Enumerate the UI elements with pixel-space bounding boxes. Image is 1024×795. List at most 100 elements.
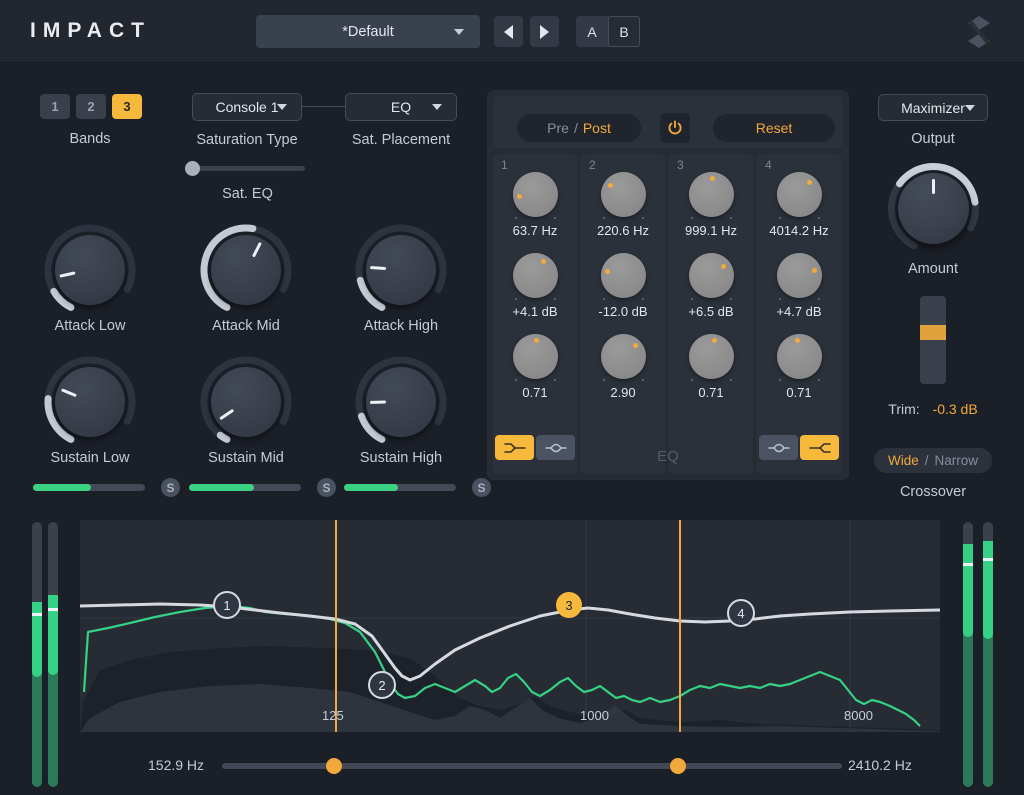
band-solo-button[interactable]: S [161,478,180,497]
knob-tick [691,379,693,381]
eq-band-3-frequency-indicator [710,176,715,181]
bands-label: Bands [40,131,140,147]
ab-slot-a[interactable]: A [576,16,608,47]
eq-band-2-gain-value: -12.0 dB [581,304,665,319]
eq-node-1-label: 1 [223,598,230,613]
attack-mid-knob[interactable] [198,222,294,318]
header-bar: IMPACT *Default A B [0,0,1024,63]
sustain-low-knob[interactable] [42,354,138,450]
sustain-high-knob[interactable] [353,354,449,450]
attack-high-knob[interactable] [353,222,449,318]
analyzer-canvas: 1 2 3 4 125 1000 8000 [80,520,940,732]
ab-slot-b[interactable]: B [608,16,640,47]
trim-label: Trim: [888,401,919,417]
eq-panel-toolbar: Pre / Post Reset [493,96,843,148]
band-button-2[interactable]: 2 [76,94,106,119]
eq-band-3-gain-value: +6.5 dB [669,304,753,319]
preset-name: *Default [342,24,394,40]
amount-knob-pointer [932,179,935,194]
dropdown-link-line [302,106,345,107]
eq-band-4-frequency-knob[interactable] [777,172,822,217]
eq-band-column-2: 2220.6 Hz-12.0 dB2.90 [581,154,665,474]
preset-next-button[interactable] [530,16,559,47]
pre-post-toggle[interactable]: Pre / Post [517,114,641,142]
crossover-slider-track[interactable] [222,763,842,769]
knob-tick [691,298,693,300]
eq-panel-title: EQ [487,448,849,465]
sustain-low-label: Sustain Low [20,450,160,466]
eq-band-3-q-value: 0.71 [669,385,753,400]
sustain-high-label: Sustain High [331,450,471,466]
eq-band-1-gain-knob[interactable] [513,253,558,298]
band-button-1[interactable]: 1 [40,94,70,119]
knob-tick [642,298,644,300]
output-meter-right [983,522,993,787]
eq-band-4-q-value: 0.71 [757,385,841,400]
eq-band-4-gain-knob[interactable] [777,253,822,298]
crossover-handle-2[interactable] [670,758,686,774]
eq-band-2-q-knob[interactable] [601,334,646,379]
eq-power-button[interactable] [660,113,690,143]
saturation-placement-select[interactable]: EQ [345,93,457,121]
band-solo-button[interactable]: S [472,478,491,497]
crossover-handle-1[interactable] [326,758,342,774]
eq-band-4-q-knob[interactable] [777,334,822,379]
sat-eq-slider-handle[interactable] [185,161,200,176]
eq-band-3-gain-knob[interactable] [689,253,734,298]
eq-band-1-frequency-knob[interactable] [513,172,558,217]
meter-peak-hold [963,563,973,566]
triangle-right-icon [540,25,549,39]
band-solo-button[interactable]: S [317,478,336,497]
spectrum-analyzer[interactable]: 1 2 3 4 125 1000 8000 [80,520,940,732]
module-select[interactable]: Maximizer [878,94,988,121]
trim-slider[interactable] [920,296,946,384]
eq-band-3-frequency-knob[interactable] [689,172,734,217]
band-level-fill [33,484,91,491]
trim-value: -0.3 dB [933,401,978,417]
output-label: Output [863,131,1003,147]
meter-peak [983,541,993,639]
axis-tick-8000: 8000 [844,708,873,723]
knob-tick [515,298,517,300]
eq-band-3-q-knob[interactable] [689,334,734,379]
eq-band-1-q-indicator [534,338,539,343]
output-meter-left [963,522,973,787]
saturation-placement-label: Sat. Placement [327,132,475,148]
amount-knob[interactable] [885,160,982,257]
crossover-mode-toggle[interactable]: Wide / Narrow [874,448,992,473]
eq-band-2-frequency-knob[interactable] [601,172,646,217]
meter-peak-hold [48,608,58,611]
preset-prev-button[interactable] [494,16,523,47]
knob-tick [779,217,781,219]
meter-peak-hold [983,558,993,561]
meter-peak [48,595,58,675]
post-label: Post [583,120,611,136]
band-button-3[interactable]: 3 [112,94,142,119]
knob-face [55,367,125,437]
trim-slider-handle[interactable] [920,325,946,340]
knob-tick [730,379,732,381]
sustain-mid-knob[interactable] [198,354,294,450]
eq-band-2-gain-knob[interactable] [601,253,646,298]
knob-tick [642,217,644,219]
eq-band-number: 2 [589,158,596,172]
band-count-group: 1 2 3 [40,94,142,119]
knob-tick [515,217,517,219]
knob-tick [691,217,693,219]
knob-tick [818,379,820,381]
band-level-fill [189,484,254,491]
sat-eq-slider[interactable] [190,166,305,171]
knob-tick [603,217,605,219]
saturation-type-select[interactable]: Console 1 [192,93,302,121]
eq-reset-button[interactable]: Reset [713,114,835,142]
eq-band-4-gain-indicator [812,268,817,273]
knob-tick [779,298,781,300]
attack-low-knob[interactable] [42,222,138,318]
attack-mid-label: Attack Mid [176,318,316,334]
preset-select[interactable]: *Default [256,15,480,48]
eq-band-number: 3 [677,158,684,172]
eq-band-1-q-knob[interactable] [513,334,558,379]
eq-band-number: 1 [501,158,508,172]
band-level-meter [33,484,145,491]
input-meter-right [48,522,58,787]
